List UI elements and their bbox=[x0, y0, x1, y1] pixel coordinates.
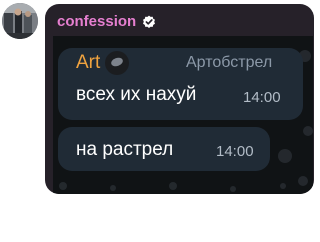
verified-badge-icon bbox=[143, 15, 156, 28]
sender-signature: Артобстрел bbox=[186, 54, 273, 71]
channel-avatar-photo-icon bbox=[2, 3, 38, 39]
channel-post[interactable]: confession Art Артобстрел всех их нахуй … bbox=[45, 4, 314, 194]
sender-row: Art bbox=[76, 51, 130, 75]
sender-avatar-icon[interactable] bbox=[105, 51, 130, 75]
message-time: 14:00 bbox=[243, 89, 281, 106]
sender-name[interactable]: Art bbox=[76, 51, 100, 75]
message-time: 14:00 bbox=[216, 143, 254, 160]
message-text: на растрел bbox=[76, 139, 174, 160]
message-text: всех их нахуй bbox=[76, 84, 197, 105]
channel-avatar[interactable] bbox=[2, 3, 38, 39]
forwarded-screenshot[interactable]: Art Артобстрел всех их нахуй 14:00 на ра… bbox=[53, 36, 313, 194]
channel-name[interactable]: confession bbox=[57, 12, 136, 32]
post-header: confession bbox=[57, 12, 156, 32]
